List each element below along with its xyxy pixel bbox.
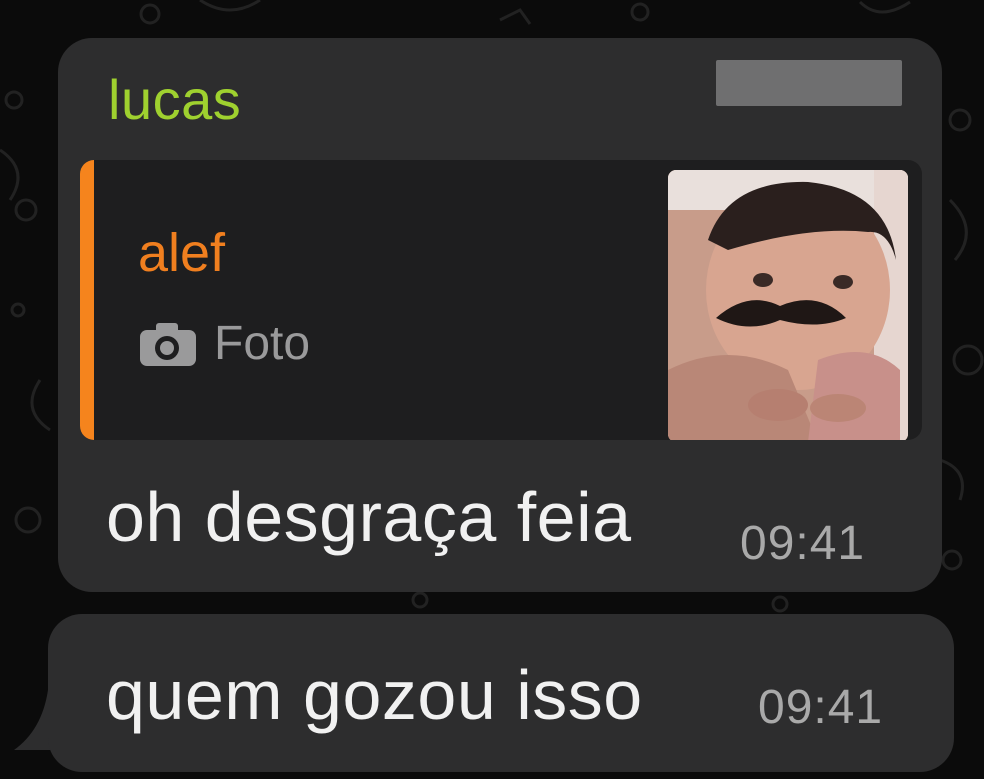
quoted-reply[interactable]: alef Foto — [80, 160, 922, 440]
message-timestamp: 09:41 — [740, 517, 866, 570]
redacted-phone-number — [716, 60, 902, 106]
message-text: oh desgraça feia — [106, 478, 632, 556]
message-text: quem gozou isso — [106, 656, 643, 734]
photo-thumbnail[interactable] — [668, 170, 908, 440]
baby-photo-image — [668, 170, 908, 440]
message-bubble[interactable]: quem gozou isso 09:41 — [48, 614, 954, 772]
sender-name[interactable]: lucas — [108, 72, 241, 128]
quoted-author: alef — [138, 223, 226, 283]
quote-accent-bar — [80, 160, 94, 440]
media-type-label: Foto — [214, 317, 311, 370]
message-timestamp: 09:41 — [758, 681, 884, 734]
message-bubble[interactable]: lucas alef Foto oh desgraça feia 09:41 — [58, 38, 942, 592]
quoted-media-type: Foto — [138, 320, 310, 368]
camera-icon — [140, 323, 196, 366]
